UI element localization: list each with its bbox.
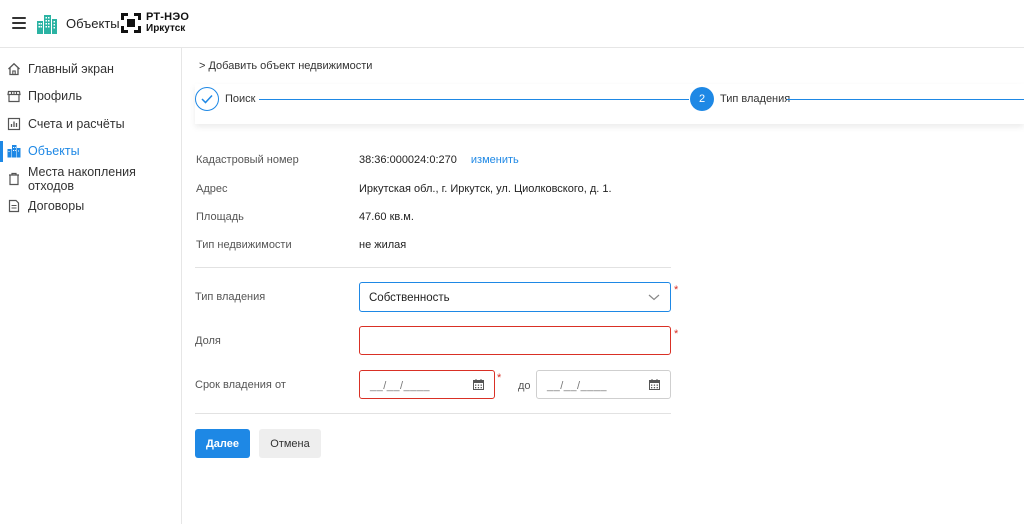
cadastral-label: Кадастровый номер xyxy=(196,154,299,166)
date-from-value: __/__/____ xyxy=(370,380,431,392)
type-value: не жилая xyxy=(359,239,407,251)
date-to-input[interactable]: __/__/____ xyxy=(536,370,671,399)
share-label: Доля xyxy=(195,335,221,347)
calendar-icon[interactable] xyxy=(473,379,484,390)
stepper: Поиск 2 Тип владения xyxy=(195,84,1024,124)
chart-icon xyxy=(7,117,21,131)
sidebar: Главный экран Профиль Счета и расчёты Об… xyxy=(0,48,182,524)
type-label: Тип недвижимости xyxy=(196,239,292,251)
sidebar-item-label: Главный экран xyxy=(28,61,114,76)
top-bar: Объекты РТ-НЭО Иркутск xyxy=(0,0,1024,48)
chevron-down-icon xyxy=(648,294,660,301)
sidebar-item-contracts[interactable]: Договоры xyxy=(0,193,181,221)
sidebar-item-label: Профиль xyxy=(28,89,82,104)
change-link[interactable]: изменить xyxy=(471,154,519,166)
sidebar-item-label: Договоры xyxy=(28,199,85,214)
required-mark: * xyxy=(674,328,679,340)
divider xyxy=(195,413,671,414)
sidebar-item-home[interactable]: Главный экран xyxy=(0,55,181,83)
company-logo[interactable]: РТ-НЭО Иркутск xyxy=(119,10,189,36)
sidebar-item-label: Места накопления отходов xyxy=(28,164,136,193)
sidebar-item-profile[interactable]: Профиль xyxy=(0,83,181,111)
home-icon xyxy=(7,62,21,76)
buildings-icon xyxy=(37,15,57,34)
cadastral-value: 38:36:000024:0:270 изменить xyxy=(359,154,519,166)
address-label: Адрес xyxy=(196,183,228,195)
step-1-complete[interactable] xyxy=(195,87,219,111)
sidebar-item-waste-sites[interactable]: Места накопления отходов xyxy=(0,165,181,193)
next-button[interactable]: Далее xyxy=(195,429,250,458)
calendar-icon[interactable] xyxy=(649,379,660,390)
logo-mark-icon xyxy=(121,13,141,33)
step-connector xyxy=(259,99,689,100)
divider xyxy=(195,267,671,268)
period-label: Срок владения от xyxy=(195,379,286,391)
date-from-input[interactable]: __/__/____ xyxy=(359,370,495,399)
sidebar-item-label: Объекты xyxy=(28,144,80,159)
step-connector xyxy=(787,99,1024,100)
step-2-active: 2 xyxy=(690,87,714,111)
sidebar-item-label: Счета и расчёты xyxy=(28,116,125,131)
area-value: 47.60 кв.м. xyxy=(359,211,414,223)
required-mark: * xyxy=(674,284,679,296)
address-value: Иркутская обл., г. Иркутск, ул. Циолковс… xyxy=(359,183,612,195)
buildings-icon xyxy=(7,144,21,158)
menu-icon[interactable] xyxy=(12,17,26,29)
app-title: Объекты xyxy=(66,16,120,31)
area-label: Площадь xyxy=(196,211,244,223)
store-icon xyxy=(7,89,21,103)
sidebar-item-objects[interactable]: Объекты xyxy=(0,138,181,166)
cadastral-number: 38:36:000024:0:270 xyxy=(359,154,457,166)
share-input[interactable] xyxy=(359,326,671,355)
step-2-label: Тип владения xyxy=(720,93,791,105)
until-label: до xyxy=(518,380,531,392)
ownership-select[interactable]: Собственность xyxy=(359,282,671,312)
required-mark: * xyxy=(497,372,502,384)
logo-text: РТ-НЭО Иркутск xyxy=(146,11,190,35)
ownership-value: Собственность xyxy=(369,292,450,304)
cancel-button[interactable]: Отмена xyxy=(259,429,321,458)
trash-icon xyxy=(7,172,21,186)
sidebar-item-bills[interactable]: Счета и расчёты xyxy=(0,110,181,138)
breadcrumb[interactable]: > Добавить объект недвижимости xyxy=(199,60,372,72)
document-icon xyxy=(7,199,21,213)
ownership-label: Тип владения xyxy=(195,291,266,303)
check-icon xyxy=(201,94,213,104)
date-to-value: __/__/____ xyxy=(547,380,608,392)
step-1-label: Поиск xyxy=(225,93,256,105)
